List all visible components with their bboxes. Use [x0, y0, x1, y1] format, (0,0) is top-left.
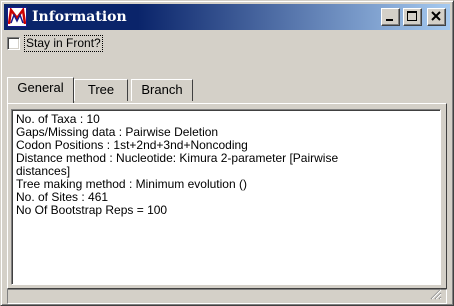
info-text-box[interactable]: No. of Taxa : 10 Gaps/Missing data : Pai…: [11, 109, 441, 285]
stay-in-front-label[interactable]: Stay in Front?: [24, 35, 103, 52]
info-line-bootstrap: No Of Bootstrap Reps = 100: [16, 203, 168, 217]
stay-in-front-checkbox[interactable]: [7, 37, 20, 50]
status-bar: [7, 288, 447, 304]
maximize-icon: [407, 11, 417, 21]
minimize-icon: [386, 19, 393, 21]
close-icon: [431, 11, 441, 21]
tab-tree[interactable]: Tree: [74, 79, 128, 101]
information-window: Information Stay in Front? General Tree …: [0, 0, 454, 306]
close-button[interactable]: [427, 8, 446, 26]
mega-app-icon: [7, 6, 27, 27]
title-bar[interactable]: Information: [4, 4, 450, 30]
resize-grip-icon[interactable]: [430, 288, 442, 300]
window-title: Information: [32, 9, 127, 25]
tab-general[interactable]: General: [7, 77, 74, 103]
info-line-distance: Distance method : Nucleotide: Kimura 2-p…: [16, 151, 339, 165]
maximize-button[interactable]: [403, 8, 422, 26]
minimize-button[interactable]: [381, 8, 400, 26]
tab-branch[interactable]: Branch: [131, 79, 193, 101]
stay-in-front-row: Stay in Front?: [7, 34, 207, 52]
